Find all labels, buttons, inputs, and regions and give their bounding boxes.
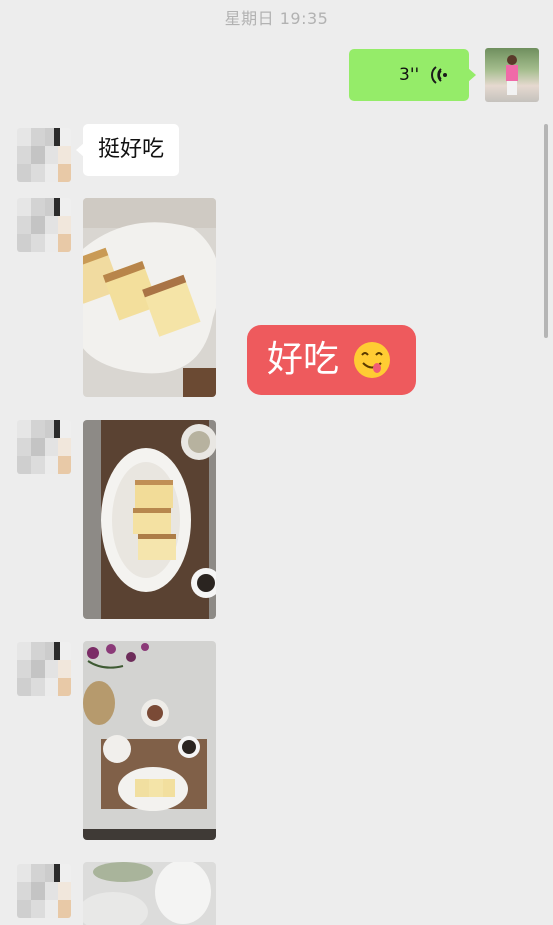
sticker-text: 好吃 bbox=[267, 339, 340, 380]
photo-message[interactable] bbox=[83, 198, 216, 397]
contact-avatar[interactable] bbox=[17, 642, 71, 696]
cake-slices-photo-icon bbox=[83, 198, 216, 397]
person-figure-icon bbox=[506, 55, 518, 95]
contact-avatar[interactable] bbox=[17, 420, 71, 474]
contact-avatar[interactable] bbox=[17, 128, 71, 182]
my-avatar[interactable] bbox=[485, 48, 539, 102]
contact-avatar[interactable] bbox=[17, 198, 71, 252]
yum-face-emoji-icon bbox=[354, 342, 390, 378]
photo-message[interactable] bbox=[83, 862, 216, 925]
sticker-message[interactable]: 好吃 bbox=[247, 325, 416, 395]
voice-message-bubble[interactable]: 3'' bbox=[349, 49, 476, 101]
photo-message[interactable] bbox=[83, 420, 216, 619]
text-message-bubble[interactable]: 挺好吃 bbox=[75, 124, 180, 176]
cake-tray-photo-icon bbox=[83, 420, 216, 619]
blurred-photo-icon bbox=[83, 862, 216, 925]
chat-timestamp: 星期日 19:35 bbox=[224, 9, 329, 28]
photo-message[interactable] bbox=[83, 641, 216, 840]
voice-duration: 3'' bbox=[399, 65, 420, 85]
scrollbar[interactable] bbox=[544, 124, 548, 338]
table-setting-photo-icon bbox=[83, 641, 216, 840]
contact-avatar[interactable] bbox=[17, 864, 71, 918]
voice-wave-icon bbox=[431, 66, 447, 84]
